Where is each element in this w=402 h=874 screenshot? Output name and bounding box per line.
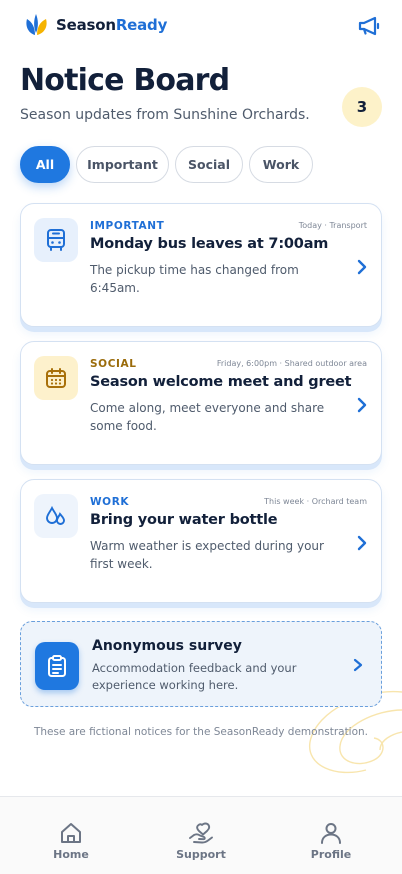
bus-icon (34, 218, 78, 262)
notice-card-water-bottle[interactable]: WORK This week · Orchard team Bring your… (20, 479, 382, 603)
notice-category: WORK (90, 496, 130, 508)
brand[interactable]: SeasonReady (24, 13, 167, 37)
tab-social[interactable]: Social (175, 146, 243, 183)
notice-card-meet-greet[interactable]: SOCIAL Friday, 6:00pm · Shared outdoor a… (20, 341, 382, 465)
app-header: SeasonReady (0, 0, 402, 52)
notice-meta: Friday, 6:00pm · Shared outdoor area (216, 359, 367, 368)
tab-important[interactable]: Important (76, 146, 169, 183)
survey-title: Anonymous survey (92, 638, 242, 654)
support-hand-icon (189, 822, 213, 844)
calendar-icon (34, 356, 78, 400)
tab-all[interactable]: All (20, 146, 70, 183)
footnote: These are fictional notices for the Seas… (33, 726, 369, 738)
survey-card[interactable]: Anonymous survey Accommodation feedback … (20, 621, 382, 707)
notice-meta: This week · Orchard team (264, 497, 367, 506)
nav-profile[interactable]: Profile (291, 821, 371, 861)
page-subtitle: Season updates from Sunshine Orchards. (20, 107, 310, 123)
nav-label: Profile (310, 848, 352, 861)
home-icon (61, 823, 81, 843)
notice-description: Warm weather is expected during your fir… (90, 539, 324, 571)
leaf-logo-icon (26, 14, 47, 35)
filter-tabs: All Important Social Work (20, 146, 319, 183)
nav-support[interactable]: Support (161, 821, 241, 861)
notice-title: Monday bus leaves at 7:00am (90, 236, 329, 252)
notice-title: Season welcome meet and greet (90, 374, 352, 390)
chevron-right-icon[interactable] (355, 535, 369, 551)
survey-description: Accommodation feedback and your experien… (92, 661, 297, 692)
notice-category: SOCIAL (90, 358, 137, 370)
water-drops-icon (34, 494, 78, 538)
brand-name: SeasonReady (56, 16, 168, 34)
chevron-right-icon[interactable] (352, 658, 364, 672)
chevron-right-icon[interactable] (355, 259, 369, 275)
nav-label: Home (53, 848, 89, 861)
tab-work[interactable]: Work (249, 146, 313, 183)
clipboard-icon (35, 642, 79, 690)
bottom-nav: Home Support Profile (0, 796, 402, 874)
person-icon (321, 823, 341, 844)
notice-card-bus[interactable]: IMPORTANT Today · Transport Monday bus l… (20, 203, 382, 327)
notice-count-badge: 3 (342, 87, 382, 127)
notice-meta: Today · Transport (298, 221, 367, 230)
nav-label: Support (176, 848, 226, 861)
notice-description: Come along, meet everyone and share some… (90, 401, 325, 433)
megaphone-icon[interactable] (357, 16, 381, 36)
nav-home[interactable]: Home (31, 821, 111, 861)
page-title: Notice Board (20, 63, 230, 98)
chevron-right-icon[interactable] (355, 397, 369, 413)
notice-category: IMPORTANT (90, 220, 165, 232)
notice-title: Bring your water bottle (90, 512, 278, 528)
notice-description: The pickup time has changed from 6:45am. (90, 263, 299, 295)
